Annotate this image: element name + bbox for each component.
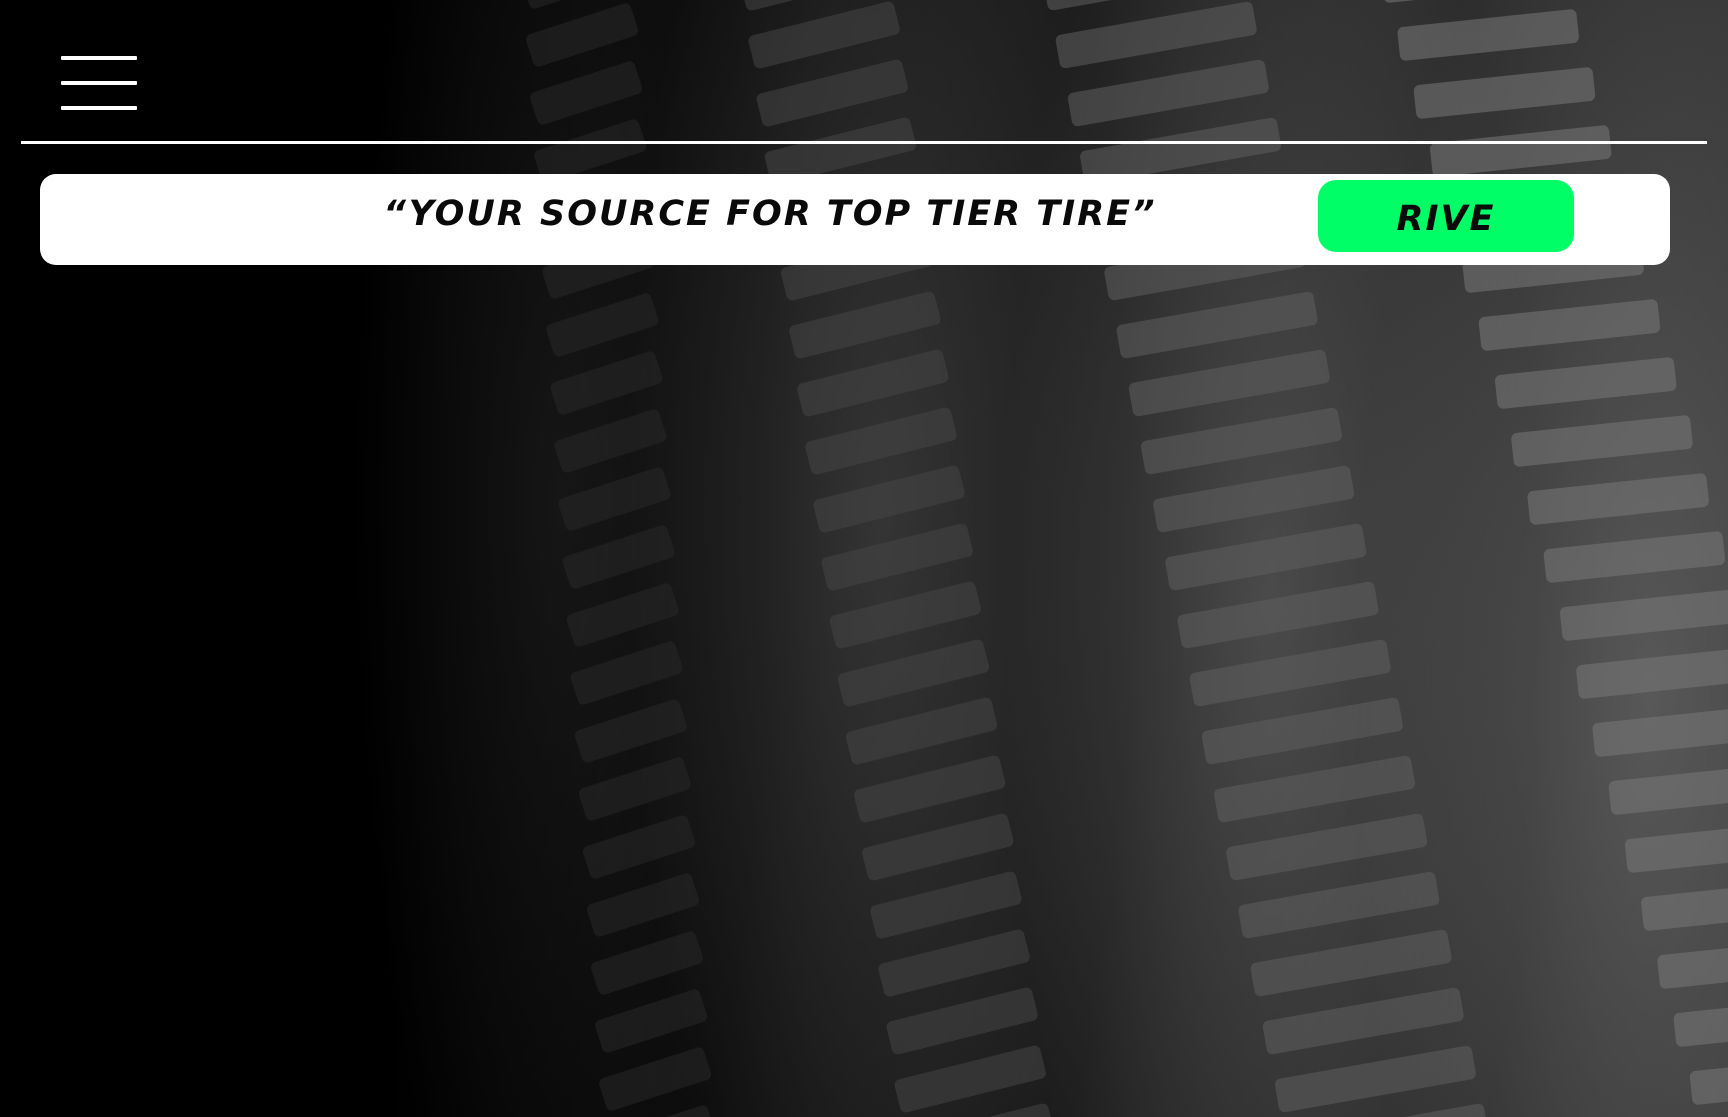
page: “YOUR SOURCE FOR TOP TIER TIRE” RIVE <box>0 0 1728 1117</box>
tagline-text: “YOUR SOURCE FOR TOP TIER TIRE” <box>383 194 1157 234</box>
tire-tread-pattern <box>521 0 1728 1117</box>
menu-line <box>61 56 137 60</box>
menu-line <box>61 81 137 85</box>
menu-line <box>61 106 137 110</box>
hero-background-image <box>0 0 1728 1117</box>
tagline-banner: “YOUR SOURCE FOR TOP TIER TIRE” RIVE <box>40 174 1670 265</box>
header-divider <box>21 141 1707 144</box>
cta-button[interactable]: RIVE <box>1318 180 1574 252</box>
hamburger-menu-icon[interactable] <box>61 56 137 112</box>
